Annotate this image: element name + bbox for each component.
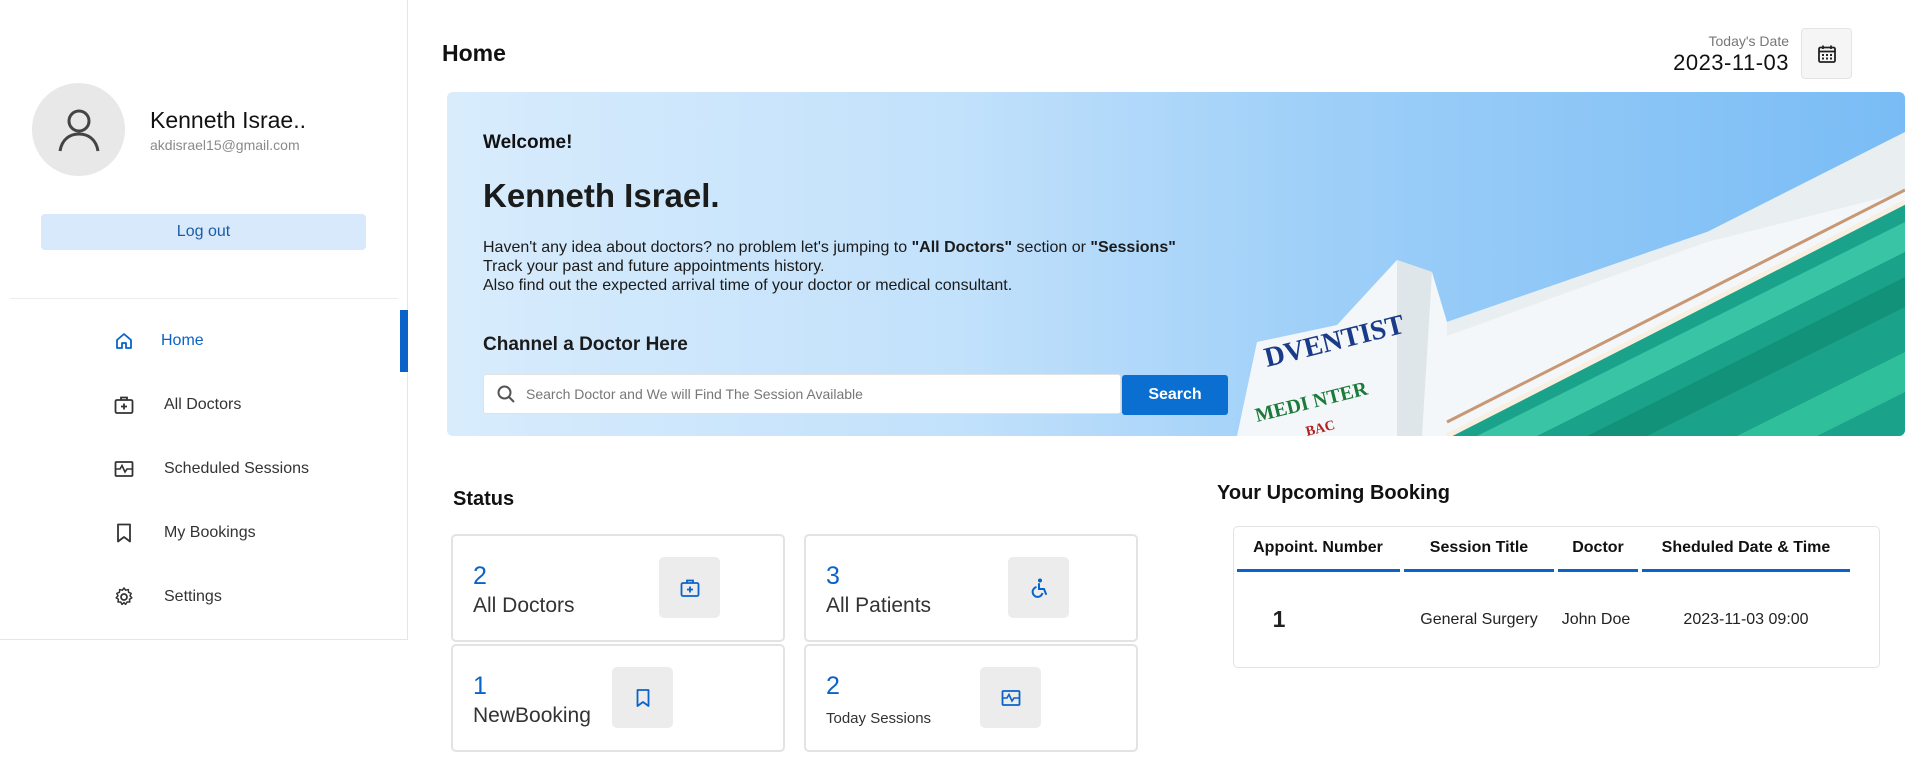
avatar [32,83,125,176]
date-label: Today's Date [1708,33,1790,49]
welcome-banner: DVENTIST MEDI NTER BAC Welcome! Kenneth … [447,92,1905,436]
column-header: Sheduled Date & Time [1661,539,1831,556]
banner-user-name: Kenneth Israel. [483,177,720,214]
doctor-bag-icon [112,393,136,417]
stat-label: All Doctors [473,594,575,617]
table-cell-session-title: General Surgery [1420,611,1538,628]
sidebar-item-my-bookings[interactable]: My Bookings [0,502,408,564]
upcoming-booking-heading: Your Upcoming Booking [1217,482,1450,504]
user-icon [58,109,99,151]
bookmark-icon [112,521,136,545]
home-icon [112,329,136,353]
stat-card-new-booking[interactable]: 1 NewBooking [451,644,785,752]
sidebar-item-settings[interactable]: Settings [0,566,408,628]
table-cell-scheduled-datetime: 2023-11-03 09:00 [1683,611,1809,628]
stat-label: Today Sessions [826,710,932,727]
column-header: Doctor [1572,539,1624,556]
page-title: Home [442,40,506,66]
sidebar-item-scheduled-sessions[interactable]: Scheduled Sessions [0,438,408,500]
sidebar-item-label: Settings [164,588,222,605]
header-underline [1642,569,1850,572]
welcome-heading: Welcome! [483,132,573,153]
banner-desc-text: Also find out the expected arrival time … [483,277,1013,294]
bookmark-icon [612,667,673,728]
sessions-link-text: "Sessions" [1090,239,1176,256]
table-cell-appointment-number: 1 [1272,606,1286,632]
all-doctors-link-text: "All Doctors" [911,239,1013,256]
banner-desc-text: Track your past and future appointments … [483,258,825,275]
profile-email: akdisrael15@gmail.com [150,136,300,153]
search-button[interactable]: Search [1122,375,1228,415]
sidebar: Kenneth Israe.. akdisrael15@gmail.com Lo… [0,0,408,640]
profile-name: Kenneth Israe.. [150,106,306,133]
search-box [483,374,1121,414]
wheelchair-icon [1008,557,1069,618]
doctor-bag-icon [659,557,720,618]
header-underline [1237,569,1400,572]
profile-block: Kenneth Israe.. akdisrael15@gmail.com [32,83,306,176]
banner-desc-text: section or [1012,239,1091,256]
banner-desc-text: Haven't any idea about doctors? no probl… [483,239,912,256]
header-underline [1404,569,1554,572]
schedule-icon [980,667,1041,728]
stat-card-today-sessions[interactable]: 2 Today Sessions [804,644,1138,752]
stat-label: All Patients [826,594,932,617]
header-underline [1558,569,1638,572]
status-heading: Status [453,488,515,510]
column-header: Appoint. Number [1253,539,1383,556]
search-icon [496,384,516,404]
calendar-button[interactable] [1801,28,1852,79]
sidebar-item-label: Home [161,332,204,349]
stat-card-all-doctors[interactable]: 2 All Doctors [451,534,785,642]
sidebar-item-label: Scheduled Sessions [164,460,309,477]
schedule-icon [112,457,136,481]
stat-card-all-patients[interactable]: 3 All Patients [804,534,1138,642]
banner-description: Haven't any idea about doctors? no probl… [483,238,1243,295]
date-block: Today's Date 2023-11-03 [1673,33,1789,76]
stat-label: NewBooking [473,704,591,727]
calendar-icon [1817,45,1836,63]
column-header: Session Title [1429,539,1529,556]
upcoming-booking-table: Appoint. Number Session Title Doctor She… [1233,526,1880,668]
sidebar-divider [10,298,398,299]
stat-value: 1 [473,672,487,700]
channel-doctor-heading: Channel a Doctor Here [483,334,688,355]
table-cell-doctor: John Doe [1561,611,1631,628]
sidebar-item-home[interactable]: Home [0,310,408,372]
sidebar-item-label: All Doctors [164,396,242,413]
gear-icon [112,585,136,609]
sidebar-item-label: My Bookings [164,524,256,541]
logout-button[interactable]: Log out [41,214,366,250]
stat-value: 3 [826,562,840,590]
doctor-search-input[interactable] [526,386,1106,402]
date-value: 2023-11-03 [1673,50,1789,75]
nav-active-indicator [400,310,408,372]
stat-value: 2 [826,672,840,700]
stat-value: 2 [473,562,487,590]
sidebar-item-all-doctors[interactable]: All Doctors [0,374,408,436]
